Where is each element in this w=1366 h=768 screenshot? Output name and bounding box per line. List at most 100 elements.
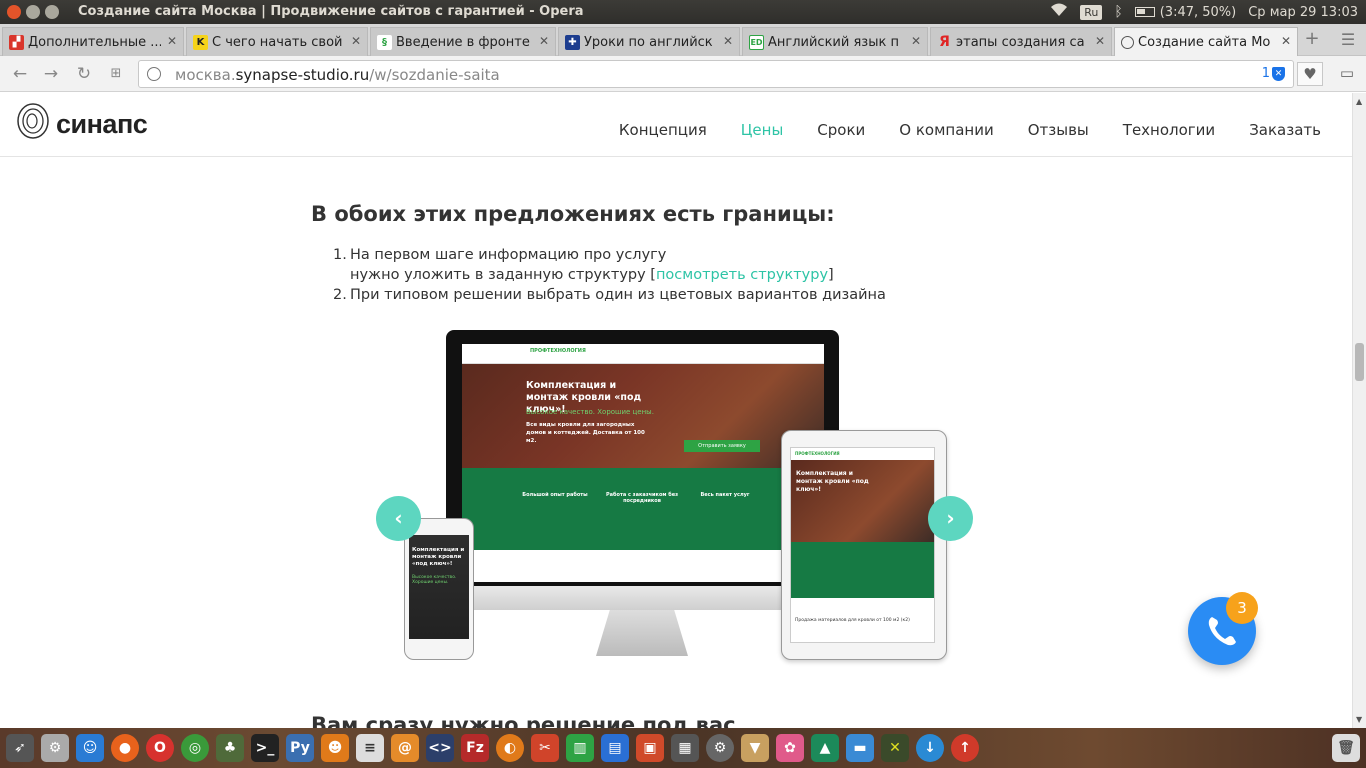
app-icon[interactable]: ♣ (216, 734, 244, 762)
speed-dial-grid-icon[interactable]: ⊞ (106, 64, 126, 84)
clock[interactable]: Ср мар 29 13:03 (1248, 5, 1358, 20)
filezilla-icon[interactable]: Fz (461, 734, 489, 762)
extensions-icon[interactable]: ▭ (1334, 62, 1360, 86)
system-tray: Ru ᛒ (3:47, 50%) Ср мар 29 13:03 (1050, 3, 1358, 21)
tab-4[interactable]: ✚ Уроки по английск ✕ (558, 27, 740, 56)
tab-menu-button[interactable]: ☰ (1338, 30, 1358, 50)
bluetooth-icon[interactable]: ᛒ (1114, 4, 1122, 20)
cat-app-icon[interactable]: ☻ (321, 734, 349, 762)
window-close-button[interactable] (7, 5, 21, 19)
toolbox-icon[interactable]: ✂ (531, 734, 559, 762)
firefox-icon[interactable]: ● (111, 734, 139, 762)
back-button[interactable]: ← (10, 64, 30, 84)
tab-2[interactable]: K С чего начать свой ✕ (186, 27, 368, 56)
site-header: синапс Концепция Цены Сроки О компании О… (0, 93, 1352, 157)
scrollbar-thumb[interactable] (1355, 343, 1364, 381)
nav-reviews[interactable]: Отзывы (1028, 121, 1089, 139)
tab-title: Создание сайта Мо (1138, 34, 1271, 50)
close-x-app-icon[interactable]: ✕ (881, 734, 909, 762)
keyboard-layout-indicator[interactable]: Ru (1080, 4, 1103, 20)
monitor-stand (596, 610, 688, 656)
tab-title: Английский язык п (768, 34, 899, 50)
nav-order[interactable]: Заказать (1249, 121, 1321, 139)
adblock-indicator[interactable]: 1 ✕ (1262, 66, 1285, 81)
window-maximize-button[interactable] (45, 5, 59, 19)
system-settings-icon[interactable]: ⚙ (706, 734, 734, 762)
writer-icon[interactable]: ▤ (601, 734, 629, 762)
bookmark-heart-button[interactable]: ♥ (1297, 62, 1323, 86)
nav-terms[interactable]: Сроки (817, 121, 865, 139)
window-minimize-button[interactable] (26, 5, 40, 19)
launcher-icon[interactable]: ➶ (6, 734, 34, 762)
scroll-down-icon[interactable]: ▼ (1356, 715, 1362, 724)
step-text: На первом шаге информацию про услугу (350, 247, 667, 263)
tab-close-icon[interactable]: ✕ (167, 34, 177, 48)
address-field[interactable]: москва.synapse-studio.ru/w/sozdanie-sait… (138, 60, 1294, 88)
terminal-icon[interactable]: >_ (251, 734, 279, 762)
battery-indicator[interactable]: (3:47, 50%) (1134, 5, 1236, 20)
tab-5[interactable]: ED Английский язык п ✕ (742, 27, 928, 56)
tab-close-icon[interactable]: ✕ (723, 34, 733, 48)
document-icon[interactable]: ≡ (356, 734, 384, 762)
blender-icon[interactable]: ◐ (496, 734, 524, 762)
reload-button[interactable]: ↻ (74, 64, 94, 84)
url-text[interactable]: москва.synapse-studio.ru/w/sozdanie-sait… (175, 66, 500, 84)
next-section-heading: Вам сразу нужно решение под вас (311, 713, 736, 728)
phone-hero-title: Комплектация и монтаж кровли «под ключ»! (412, 547, 465, 567)
download-icon[interactable]: ↓ (916, 734, 944, 762)
design-carousel: ПРОФТЕХНОЛОГИЯ Комплектация и монтаж кро… (370, 330, 980, 660)
tab-favicon-k-icon: K (193, 34, 208, 50)
site-logo[interactable]: синапс (16, 101, 148, 140)
tab-close-icon[interactable]: ✕ (1095, 34, 1105, 48)
carousel-prev-button[interactable]: ‹ (376, 496, 421, 541)
settings-gear-icon[interactable]: ⚙ (41, 734, 69, 762)
tab-favicon-ed-icon: ED (749, 34, 764, 50)
folder-icon[interactable]: ▬ (846, 734, 874, 762)
code-editor-icon[interactable]: <> (426, 734, 454, 762)
spiral-app-icon[interactable]: @ (391, 734, 419, 762)
tablet-mockup: ПРОФТЕХНОЛОГИЯ Комплектация и монтаж кро… (781, 430, 947, 660)
mockup-features: Большой опыт работы Работа с заказчиком … (462, 468, 824, 550)
image-viewer-icon[interactable]: ▲ (811, 734, 839, 762)
site-info-icon[interactable] (147, 67, 161, 81)
tab-7-active[interactable]: Создание сайта Мо ✕ (1114, 27, 1298, 56)
carousel-next-button[interactable]: › (928, 496, 973, 541)
tab-6[interactable]: Я этапы создания са ✕ (930, 27, 1112, 56)
tab-close-icon[interactable]: ✕ (539, 34, 549, 48)
flower-app-icon[interactable]: ✿ (776, 734, 804, 762)
opera-icon[interactable]: O (146, 734, 174, 762)
python-icon[interactable]: Py (286, 734, 314, 762)
nav-about[interactable]: О компании (899, 121, 993, 139)
finder-icon[interactable]: ☺ (76, 734, 104, 762)
bracket-text: ] (828, 267, 834, 283)
archive-icon[interactable]: ▼ (741, 734, 769, 762)
new-tab-button[interactable]: + (1302, 30, 1322, 50)
section-heading: В обоих этих предложениях есть границы: (311, 202, 835, 226)
chrome-icon[interactable]: ◎ (181, 734, 209, 762)
tab-1[interactable]: ▞ Дополнительные ... ✕ (2, 27, 184, 56)
tab-bar: ▞ Дополнительные ... ✕ K С чего начать с… (0, 24, 1366, 56)
page-scrollbar[interactable]: ▲ ▼ (1352, 93, 1366, 728)
tab-title: этапы создания са (956, 34, 1085, 50)
calculator-icon[interactable]: ▦ (671, 734, 699, 762)
mockup-hero-desc: Все виды кровли для загородных домов и к… (526, 422, 645, 444)
trash-icon[interactable]: 🗑 (1332, 734, 1360, 762)
scroll-up-icon[interactable]: ▲ (1356, 97, 1362, 106)
upload-icon[interactable]: ↑ (951, 734, 979, 762)
tab-title: Уроки по английск (584, 34, 713, 50)
forward-button[interactable]: → (41, 64, 61, 84)
spreadsheet-icon[interactable]: ▥ (566, 734, 594, 762)
tab-close-icon[interactable]: ✕ (1281, 34, 1291, 48)
nav-prices[interactable]: Цены (741, 121, 784, 139)
nav-technologies[interactable]: Технологии (1123, 121, 1215, 139)
tab-3[interactable]: § Введение в фронте ✕ (370, 27, 556, 56)
nav-concept[interactable]: Концепция (619, 121, 707, 139)
tab-title: Дополнительные ... (28, 34, 161, 50)
wifi-icon[interactable] (1050, 3, 1068, 21)
tab-close-icon[interactable]: ✕ (911, 34, 921, 48)
view-structure-link[interactable]: посмотреть структуру (656, 267, 828, 283)
tab-close-icon[interactable]: ✕ (351, 34, 361, 48)
step-text: нужно уложить в заданную структуру [ (350, 267, 656, 283)
mockup-hero: Комплектация и монтаж кровли «под ключ»!… (462, 364, 824, 468)
presentation-icon[interactable]: ▣ (636, 734, 664, 762)
